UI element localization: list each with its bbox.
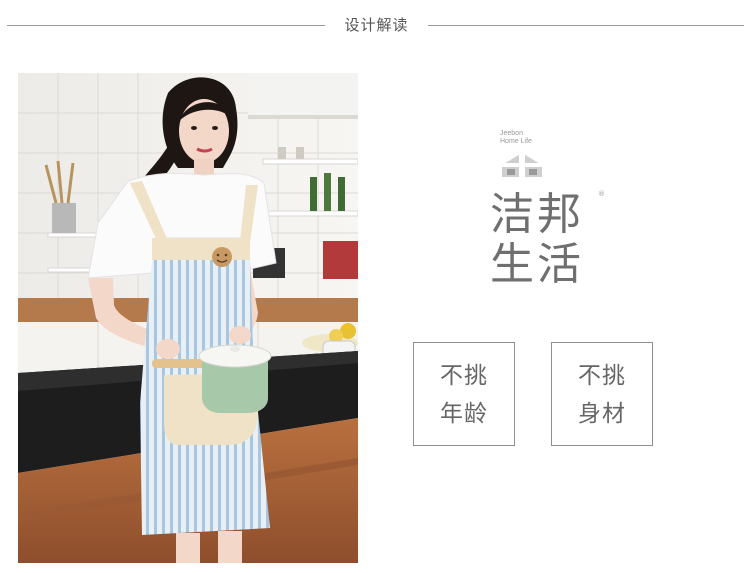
feature-box-age: 不挑 年龄	[413, 342, 515, 446]
brand-name-line2: 生活	[490, 239, 584, 290]
brand-name: 洁邦 生活	[490, 190, 600, 290]
section-title: 设计解读	[344, 16, 409, 34]
registered-mark: ®	[598, 190, 605, 198]
header-divider-left	[7, 25, 325, 26]
feature-box-figure: 不挑 身材	[551, 342, 653, 446]
header-divider-right	[428, 25, 744, 26]
apron-model-photo	[18, 73, 358, 563]
brand-name-line1: 洁邦	[490, 189, 584, 240]
house-icon	[502, 153, 542, 177]
brand-english-name: Jeebon Home Life	[500, 130, 532, 146]
feature-line1: 不挑	[440, 363, 488, 389]
brand-english-line1: Jeebon	[500, 130, 523, 137]
feature-line1: 不挑	[578, 363, 626, 389]
feature-line2: 身材	[578, 401, 626, 427]
feature-line2: 年龄	[440, 401, 488, 427]
brand-english-line2: Home Life	[500, 138, 532, 145]
